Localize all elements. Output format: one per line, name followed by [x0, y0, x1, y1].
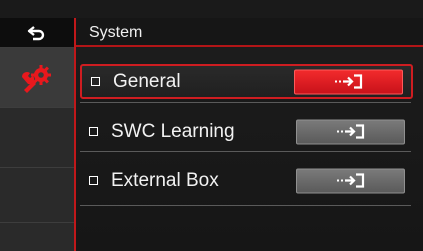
sidebar-item-empty-4[interactable] [0, 223, 74, 251]
sidebar-item-empty-3[interactable] [0, 168, 74, 223]
menu-item-label: SWC Learning [111, 120, 235, 142]
menu-item-external-box[interactable]: External Box [80, 163, 413, 198]
sidebar [0, 18, 76, 251]
menu-list: General SWC Learning External Box [76, 47, 423, 251]
divider [80, 205, 411, 206]
top-strip [0, 0, 423, 18]
enter-arrow-icon [336, 124, 364, 139]
checkbox-icon [91, 76, 100, 86]
back-button[interactable] [0, 18, 74, 48]
back-arrow-icon [27, 25, 45, 40]
settings-wrench-icon [22, 64, 51, 93]
sidebar-item-empty-2[interactable] [0, 108, 74, 168]
page-title: System [89, 24, 143, 41]
checkbox-icon [89, 126, 98, 136]
enter-general-button[interactable] [294, 69, 403, 94]
checkbox-icon [89, 175, 98, 185]
menu-item-general[interactable]: General [80, 64, 413, 99]
sidebar-item-system[interactable] [0, 48, 74, 108]
divider [80, 151, 411, 152]
divider [80, 102, 411, 103]
menu-item-label: External Box [111, 169, 219, 191]
enter-arrow-icon [334, 74, 362, 89]
enter-external-box-button[interactable] [296, 168, 405, 193]
enter-arrow-icon [336, 173, 364, 188]
menu-item-label: General [113, 70, 181, 92]
page-header: System [76, 18, 423, 47]
menu-item-swc-learning[interactable]: SWC Learning [80, 114, 413, 149]
enter-swc-learning-button[interactable] [296, 119, 405, 144]
screen: System General SWC Learning External Box [0, 0, 423, 251]
